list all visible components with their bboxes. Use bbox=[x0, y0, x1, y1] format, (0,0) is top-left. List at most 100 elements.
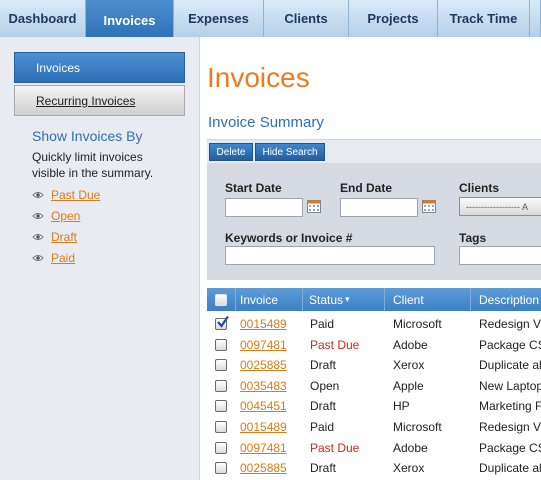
invoice-client: Microsoft bbox=[393, 317, 442, 331]
calendar-icon[interactable] bbox=[422, 200, 436, 213]
show-invoices-by-heading: Show Invoices By bbox=[32, 128, 143, 144]
table-row[interactable]: 0097481 Past Due Adobe Package CS bbox=[207, 438, 541, 458]
filter-label: Paid bbox=[51, 251, 76, 265]
invoice-number-link[interactable]: 0025885 bbox=[240, 458, 300, 478]
search-panel: Start Date End Date Clients ------------… bbox=[207, 163, 541, 280]
invoice-status: Draft bbox=[310, 358, 337, 372]
row-checkbox-cell bbox=[215, 335, 229, 355]
invoice-client: Xerox bbox=[393, 358, 425, 372]
sidebar-item-recurring-invoices[interactable]: Recurring Invoices bbox=[14, 85, 185, 116]
invoice-number-link[interactable]: 0045451 bbox=[240, 396, 300, 416]
row-checkbox[interactable] bbox=[215, 400, 227, 412]
table-row[interactable]: 0097481 Past Due Adobe Package CS bbox=[207, 335, 541, 355]
row-checkbox-cell bbox=[215, 355, 229, 375]
action-toolbar: Delete Hide Search bbox=[207, 139, 541, 163]
filter-open[interactable]: Open bbox=[32, 209, 80, 223]
filter-label: Draft bbox=[51, 230, 78, 244]
table-row[interactable]: 0025885 Draft Xerox Duplicate al bbox=[207, 458, 541, 478]
invoice-description: Duplicate al bbox=[479, 358, 541, 372]
row-checkbox[interactable] bbox=[215, 442, 227, 454]
invoice-description: Duplicate al bbox=[479, 461, 541, 475]
tags-label: Tags bbox=[459, 231, 487, 245]
eye-icon bbox=[32, 212, 44, 220]
start-date-field[interactable] bbox=[225, 198, 303, 217]
column-header-invoice[interactable]: Invoice bbox=[236, 288, 303, 311]
table-row[interactable]: 0015489 Paid Microsoft Redesign V bbox=[207, 314, 541, 334]
invoice-number-link[interactable]: 0015489 bbox=[240, 417, 300, 437]
invoice-description: Package CS bbox=[479, 338, 541, 352]
eye-icon bbox=[32, 191, 44, 199]
filter-past-due[interactable]: Past Due bbox=[32, 188, 100, 202]
hide-search-button[interactable]: Hide Search bbox=[255, 143, 325, 161]
sidebar: Invoices Recurring Invoices Show Invoice… bbox=[0, 37, 200, 480]
calendar-icon[interactable] bbox=[307, 200, 321, 213]
row-checkbox[interactable] bbox=[215, 462, 227, 474]
end-date-field[interactable] bbox=[340, 198, 418, 217]
row-checkbox-cell bbox=[215, 458, 229, 478]
invoice-description: New Laptop bbox=[479, 379, 541, 393]
tab-projects[interactable]: Projects bbox=[349, 0, 438, 37]
invoice-client: Adobe bbox=[393, 338, 428, 352]
table-row[interactable]: 0025885 Draft Xerox Duplicate al bbox=[207, 355, 541, 375]
table-row[interactable]: 0035483 Open Apple New Laptop bbox=[207, 376, 541, 396]
invoice-description: Marketing F bbox=[479, 399, 541, 413]
start-date-label: Start Date bbox=[225, 181, 282, 195]
row-checkbox-cell bbox=[215, 438, 229, 458]
sort-desc-icon: ▾ bbox=[345, 294, 350, 304]
page-title: Invoices bbox=[207, 62, 310, 93]
invoice-status: Draft bbox=[310, 461, 337, 475]
invoice-client: Apple bbox=[393, 379, 424, 393]
invoice-client: Microsoft bbox=[393, 420, 442, 434]
invoice-status: Open bbox=[310, 379, 340, 393]
invoice-number-link[interactable]: 0015489 bbox=[240, 314, 300, 334]
table-row[interactable]: 0045451 Draft HP Marketing F bbox=[207, 396, 541, 416]
end-date-label: End Date bbox=[340, 181, 393, 195]
row-checkbox[interactable] bbox=[215, 339, 227, 351]
tab-expenses[interactable]: Expenses bbox=[174, 0, 264, 37]
select-all-cell bbox=[207, 288, 236, 311]
tags-field[interactable] bbox=[459, 246, 541, 265]
column-header-client[interactable]: Client bbox=[385, 288, 471, 311]
invoice-client: Xerox bbox=[393, 461, 425, 475]
top-nav: Dashboard Invoices Expenses Clients Proj… bbox=[0, 0, 541, 41]
row-checkbox-cell bbox=[215, 376, 229, 396]
eye-icon bbox=[32, 233, 44, 241]
row-checkbox[interactable] bbox=[215, 359, 227, 371]
filter-label: Open bbox=[51, 209, 81, 223]
invoice-status: Past Due bbox=[310, 441, 360, 455]
sidebar-item-invoices[interactable]: Invoices bbox=[14, 52, 185, 83]
invoice-status: Past Due bbox=[310, 338, 360, 352]
table-row[interactable]: 0015489 Paid Microsoft Redesign V bbox=[207, 417, 541, 437]
column-header-description[interactable]: Description bbox=[471, 288, 541, 311]
tab-invoices[interactable]: Invoices bbox=[86, 0, 174, 41]
invoice-number-link[interactable]: 0097481 bbox=[240, 335, 300, 355]
tab-overflow bbox=[530, 0, 541, 37]
tab-track-time[interactable]: Track Time bbox=[438, 0, 530, 37]
row-checkbox-cell bbox=[215, 396, 229, 416]
row-checkbox[interactable] bbox=[215, 380, 227, 392]
invoice-description: Redesign V bbox=[479, 420, 541, 434]
tab-clients[interactable]: Clients bbox=[264, 0, 349, 37]
row-checkbox[interactable] bbox=[215, 421, 227, 433]
invoice-client: HP bbox=[393, 399, 410, 413]
invoice-description: Package CS bbox=[479, 441, 541, 455]
show-invoices-by-description: Quickly limit invoices visible in the su… bbox=[32, 150, 154, 180]
filter-draft[interactable]: Draft bbox=[32, 230, 77, 244]
row-checkbox[interactable] bbox=[215, 315, 229, 330]
delete-button[interactable]: Delete bbox=[209, 143, 253, 161]
clients-select[interactable]: ------------------ A bbox=[459, 197, 541, 216]
invoice-table-header: Invoice Status ▾ Client Description bbox=[207, 288, 541, 311]
invoice-number-link[interactable]: 0025885 bbox=[240, 355, 300, 375]
invoice-client: Adobe bbox=[393, 441, 428, 455]
row-checkbox-cell bbox=[215, 417, 229, 437]
eye-icon bbox=[32, 254, 44, 262]
filter-paid[interactable]: Paid bbox=[32, 251, 75, 265]
invoice-status: Draft bbox=[310, 399, 337, 413]
tab-dashboard[interactable]: Dashboard bbox=[0, 0, 86, 37]
invoice-number-link[interactable]: 0097481 bbox=[240, 438, 300, 458]
select-all-checkbox[interactable] bbox=[215, 293, 227, 306]
invoice-number-link[interactable]: 0035483 bbox=[240, 376, 300, 396]
column-header-status[interactable]: Status ▾ bbox=[303, 288, 385, 311]
row-checkbox-cell bbox=[215, 314, 229, 334]
keywords-field[interactable] bbox=[225, 246, 435, 265]
